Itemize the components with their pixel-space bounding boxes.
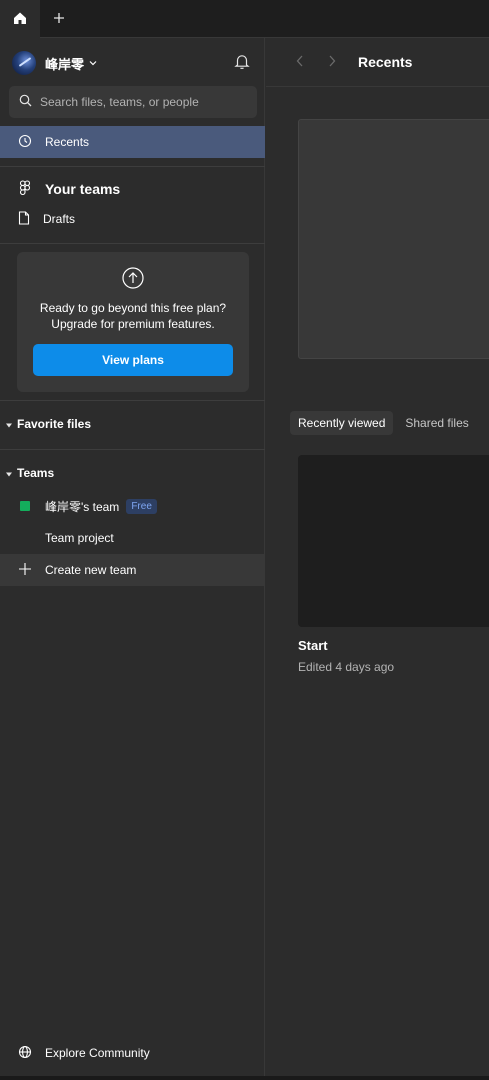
home-tab[interactable] xyxy=(0,0,40,38)
profile-name: 峰岸零 xyxy=(45,56,85,72)
chevron-left-icon[interactable] xyxy=(296,55,304,70)
team-name: 峰岸零's team xyxy=(45,499,120,514)
divider xyxy=(0,449,265,450)
create-new-team-button[interactable]: Create new team xyxy=(0,554,265,586)
sidebar-item-label: Drafts xyxy=(43,212,76,226)
tab-shared-projects[interactable]: S xyxy=(481,411,489,435)
bell-icon[interactable] xyxy=(234,53,250,73)
search-input[interactable] xyxy=(40,95,240,109)
view-plans-button[interactable]: View plans xyxy=(33,344,233,376)
avatar xyxy=(12,51,36,75)
figma-logo-icon xyxy=(18,179,32,199)
main-header: Recents xyxy=(266,38,489,87)
profile-menu[interactable]: 峰岸零 xyxy=(12,50,97,76)
file-thumbnail[interactable] xyxy=(298,455,489,627)
tab-bar xyxy=(0,0,489,38)
teams-header[interactable]: Teams xyxy=(6,466,54,480)
team-color-swatch xyxy=(20,501,30,511)
plus-icon xyxy=(53,12,65,27)
search-icon xyxy=(19,94,32,110)
sidebar-item-label: Team project xyxy=(45,531,114,545)
clock-icon xyxy=(18,134,32,151)
tab-shared-files[interactable]: Shared files xyxy=(397,411,476,435)
favorite-files-header[interactable]: Favorite files xyxy=(6,417,91,431)
sidebar: 峰岸零 Recents Your teams Drafts xyxy=(0,38,265,1076)
file-icon xyxy=(18,210,30,228)
search-box[interactable] xyxy=(9,86,257,118)
plus-icon xyxy=(18,562,32,579)
sidebar-item-label: Create new team xyxy=(45,563,137,577)
sidebar-item-label: Recents xyxy=(45,135,90,149)
caret-down-icon xyxy=(6,417,12,431)
chevron-right-icon[interactable] xyxy=(328,55,336,70)
home-icon xyxy=(13,11,27,28)
promo-line-2: Upgrade for premium features. xyxy=(51,317,215,331)
sidebar-item-label: Explore Community xyxy=(45,1046,150,1060)
featured-banner[interactable] xyxy=(298,119,489,359)
divider xyxy=(0,166,265,167)
sidebar-item-team-project[interactable]: Team project xyxy=(0,522,265,554)
window-bottom-edge xyxy=(0,1076,489,1080)
promo-line-1: Ready to go beyond this free plan? xyxy=(39,301,227,315)
new-tab-button[interactable] xyxy=(44,0,74,38)
file-title[interactable]: Start xyxy=(298,638,328,653)
divider xyxy=(0,243,265,244)
plan-badge: Free xyxy=(126,498,157,514)
upgrade-promo-card: Ready to go beyond this free plan? Upgra… xyxy=(17,252,249,392)
upgrade-arrow-icon xyxy=(121,266,145,293)
sidebar-item-recents[interactable]: Recents xyxy=(0,126,265,158)
explore-community-link[interactable]: Explore Community xyxy=(0,1037,265,1069)
sidebar-item-team[interactable]: 峰岸零's team Free xyxy=(0,490,265,522)
file-tabs: Recently viewed Shared files S xyxy=(290,411,489,435)
promo-text: Ready to go beyond this free plan? Upgra… xyxy=(17,300,249,332)
divider xyxy=(0,400,265,401)
globe-icon xyxy=(18,1045,32,1062)
caret-down-icon xyxy=(6,466,12,480)
tab-recently-viewed[interactable]: Recently viewed xyxy=(290,411,394,435)
sidebar-item-drafts[interactable]: Drafts xyxy=(0,203,265,235)
page-title: Recents xyxy=(358,54,413,70)
sidebar-item-label: Your teams xyxy=(45,181,121,197)
sidebar-item-your-teams[interactable]: Your teams xyxy=(0,173,265,205)
section-label: Favorite files xyxy=(17,417,92,431)
section-label: Teams xyxy=(17,466,55,480)
file-edited-time: Edited 4 days ago xyxy=(298,660,395,674)
chevron-down-icon xyxy=(89,55,97,69)
